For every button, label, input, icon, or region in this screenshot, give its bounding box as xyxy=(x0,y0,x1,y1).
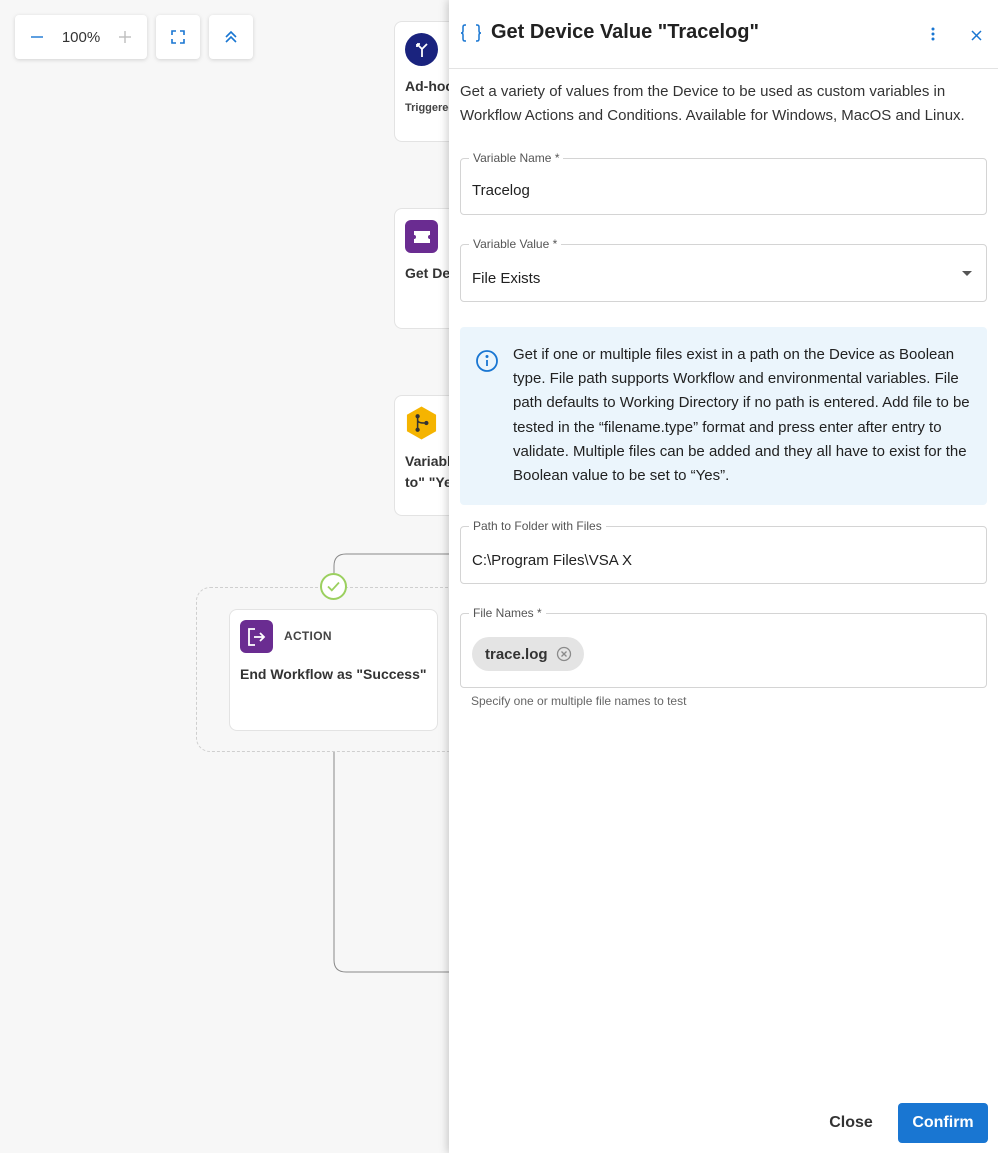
dropdown-arrow-icon xyxy=(962,271,972,276)
trigger-node-title: Ad-hoc xyxy=(405,78,454,94)
fit-screen-icon xyxy=(171,30,185,44)
collapse-target[interactable] xyxy=(209,15,253,59)
variable-name-value[interactable]: Tracelog xyxy=(472,182,530,199)
info-text: Get if one or multiple files exist in a … xyxy=(513,346,970,485)
file-names-helper: Specify one or multiple file names to te… xyxy=(471,694,687,708)
get-device-value-panel: Get Device Value "Tracelog" Get a variet… xyxy=(449,0,998,1153)
path-field[interactable]: Path to Folder with Files C:\Program Fil… xyxy=(460,519,987,584)
more-vertical-icon xyxy=(931,27,935,41)
confirm-button[interactable]: Confirm xyxy=(898,1103,988,1143)
variable-name-label: Variable Name * xyxy=(469,151,564,165)
chip-remove-icon[interactable] xyxy=(556,646,572,662)
close-button[interactable]: Close xyxy=(819,1103,883,1143)
trigger-icon xyxy=(405,33,438,66)
zoom-out-button[interactable] xyxy=(15,15,58,59)
success-check[interactable] xyxy=(320,573,347,600)
close-panel-button[interactable] xyxy=(965,24,987,46)
panel-title: Get Device Value "Tracelog" xyxy=(491,21,759,43)
end-workflow-node-type: ACTION xyxy=(284,629,332,643)
file-name-chip-label: trace.log xyxy=(485,645,548,663)
zoom-controls: 100% xyxy=(15,15,147,59)
variable-value-label: Variable Value * xyxy=(469,237,562,251)
close-icon xyxy=(970,29,982,41)
file-names-field[interactable]: File Names * trace.log xyxy=(460,606,987,688)
variable-value-select[interactable]: Variable Value * File Exists xyxy=(460,237,987,302)
more-options-button[interactable] xyxy=(923,22,943,46)
exit-icon xyxy=(240,620,273,653)
minus-icon xyxy=(30,36,43,38)
ticket-icon xyxy=(405,220,438,253)
plus-icon xyxy=(119,31,132,43)
path-label: Path to Folder with Files xyxy=(469,519,606,533)
panel-header: Get Device Value "Tracelog" xyxy=(449,0,998,69)
panel-description: Get a variety of values from the Device … xyxy=(460,83,965,124)
check-icon xyxy=(327,581,340,592)
fit-screen-button[interactable] xyxy=(156,15,200,59)
variable-name-field[interactable]: Variable Name * Tracelog xyxy=(460,151,987,215)
variable-value-selected: File Exists xyxy=(472,270,541,287)
branch-icon xyxy=(405,406,438,439)
collapse-up-icon xyxy=(225,30,237,43)
info-icon xyxy=(476,350,498,372)
zoom-in-button[interactable] xyxy=(104,15,147,59)
collapse-button[interactable] xyxy=(209,15,253,59)
file-names-label: File Names * xyxy=(469,606,546,620)
end-workflow-node[interactable]: ACTION End Workflow as "Success" xyxy=(229,609,438,731)
zoom-level: 100% xyxy=(61,28,101,46)
condition-node-title-1: Variabl xyxy=(405,453,451,469)
fit-screen-target[interactable] xyxy=(156,15,200,59)
file-name-chip: trace.log xyxy=(472,637,584,671)
braces-icon xyxy=(460,24,482,42)
info-box: Get if one or multiple files exist in a … xyxy=(460,327,987,505)
path-value[interactable]: C:\Program Files\VSA X xyxy=(472,552,632,569)
end-workflow-node-title: End Workflow as "Success" xyxy=(240,666,427,682)
trigger-node-subtitle: Triggered xyxy=(405,102,456,114)
